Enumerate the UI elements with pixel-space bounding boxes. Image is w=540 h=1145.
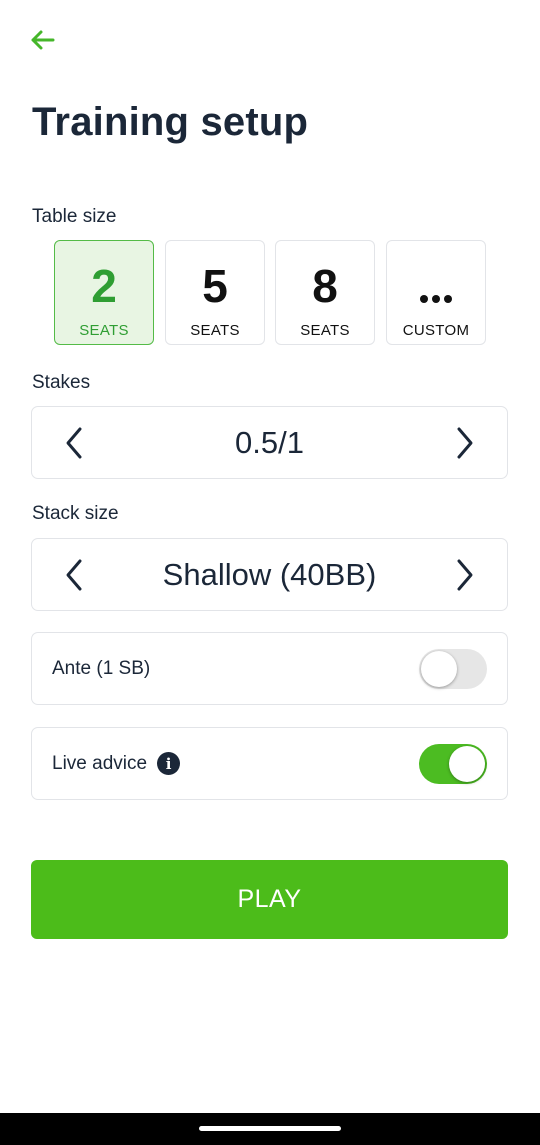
ellipsis-icon xyxy=(420,259,452,313)
stack-size-value: Shallow (40BB) xyxy=(162,556,377,592)
stakes-stepper: 0.5/1 xyxy=(31,406,508,479)
stakes-next-button[interactable] xyxy=(435,407,495,478)
chevron-left-icon xyxy=(66,559,82,590)
ante-row: Ante (1 SB) xyxy=(31,632,508,705)
stack-size-label: Stack size xyxy=(32,503,119,524)
page-title: Training setup xyxy=(32,100,309,144)
seat-option-custom[interactable]: CUSTOM xyxy=(386,240,486,345)
chevron-left-icon xyxy=(66,427,82,458)
stakes-value: 0.5/1 xyxy=(235,424,304,460)
ante-label: Ante (1 SB) xyxy=(52,657,151,679)
toggle-knob xyxy=(421,650,457,687)
seat-option-5[interactable]: 5 SEATS xyxy=(165,240,265,345)
seat-caption: SEATS xyxy=(190,322,240,339)
stakes-label: Stakes xyxy=(32,372,91,393)
seat-count: 8 xyxy=(312,260,338,312)
seat-option-8[interactable]: 8 SEATS xyxy=(275,240,375,345)
stack-size-stepper: Shallow (40BB) xyxy=(31,538,508,611)
seat-option-2[interactable]: 2 SEATS xyxy=(54,240,154,345)
seat-caption: CUSTOM xyxy=(402,322,470,339)
seat-caption: SEATS xyxy=(79,322,129,339)
back-button[interactable] xyxy=(28,26,56,54)
ante-toggle[interactable] xyxy=(419,648,487,689)
seat-caption: SEATS xyxy=(300,322,350,339)
play-button[interactable]: PLAY xyxy=(31,860,508,939)
home-indicator[interactable] xyxy=(199,1126,341,1131)
chevron-right-icon xyxy=(457,559,473,590)
stakes-prev-button[interactable] xyxy=(44,407,104,478)
toggle-knob xyxy=(449,745,485,782)
info-icon[interactable]: i xyxy=(157,752,181,775)
table-size-label: Table size xyxy=(32,206,117,227)
seat-count: 2 xyxy=(91,260,117,312)
system-nav-bar xyxy=(0,1113,540,1145)
live-advice-toggle[interactable] xyxy=(419,743,487,784)
stack-size-prev-button[interactable] xyxy=(44,539,104,610)
live-advice-row: Live advice i xyxy=(31,727,508,800)
stack-size-next-button[interactable] xyxy=(435,539,495,610)
live-advice-label: Live advice xyxy=(52,752,148,774)
chevron-right-icon xyxy=(457,427,473,458)
arrow-left-icon xyxy=(31,30,55,50)
seat-count: 5 xyxy=(202,260,228,312)
